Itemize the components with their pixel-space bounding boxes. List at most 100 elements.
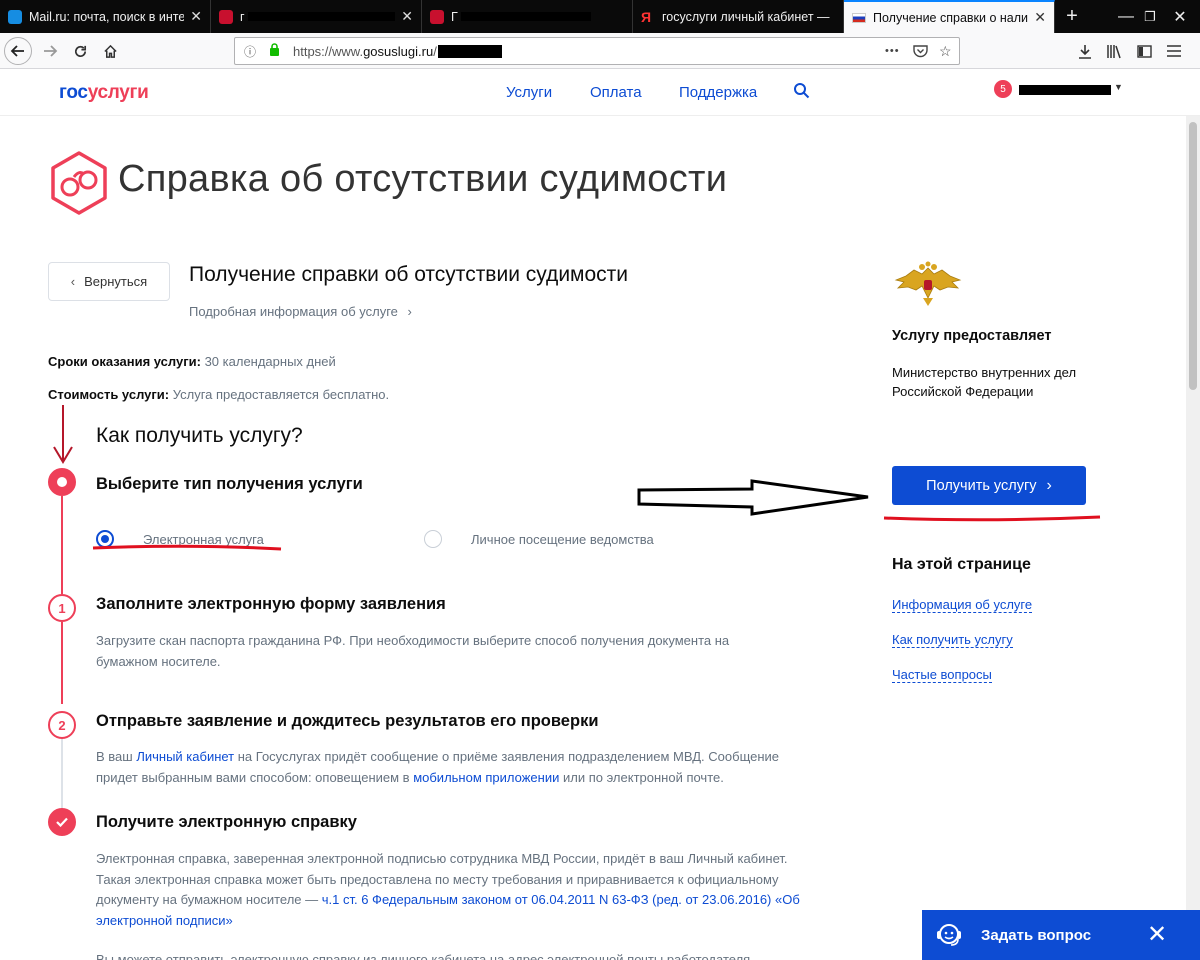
handcuffs-icon [51,151,107,215]
scrollbar-thumb[interactable] [1189,122,1197,390]
lock-icon[interactable] [265,43,283,59]
on-this-page-heading: На этой странице [892,556,1031,573]
download-icon[interactable] [1071,37,1099,65]
tab-label: Получение справки о налич [873,10,1029,25]
service-terms: Сроки оказания услуги: 30 календарных дн… [48,354,336,369]
redacted-text [461,11,592,21]
emblem-icon [894,261,962,306]
pocket-icon[interactable] [913,38,928,64]
anchor-service-info[interactable]: Информация об услуге [892,597,1033,613]
step-description: Загрузите скан паспорта гражданина РФ. П… [96,633,730,669]
browser-tab-3[interactable]: Г [422,0,633,33]
url-text: https://www.gosuslugi.ru/ [293,43,437,59]
cost-label: Стоимость услуги: [48,387,170,402]
nav-services[interactable]: Услуги [506,84,552,101]
step-number: 1 [48,594,76,622]
radio-personal-visit[interactable] [424,530,442,548]
service-cost: Стоимость услуги: Услуга предоставляется… [48,387,389,402]
flag-favicon-icon [852,12,866,23]
new-tab-button[interactable]: + [1050,0,1094,33]
gosuslugi-logo[interactable]: госуслуги [59,82,149,104]
page-scrollbar[interactable] [1186,116,1200,960]
nav-support[interactable]: Поддержка [679,84,757,101]
tab-label: Mail.ru: почта, поиск в интерн [29,9,185,24]
service-details-label: Подробная информация об услуге [189,304,398,319]
close-window-icon[interactable]: ✕ [1158,0,1200,33]
anchor-how-to-get[interactable]: Как получить услугу [892,632,1013,648]
url-bar[interactable]: ⓘ https://www.gosuslugi.ru/ ••• ☆ [234,37,960,65]
checkmark-icon [56,817,68,827]
browser-tab-yandex[interactable]: Я госуслуги личный кабинет — [633,0,844,33]
info-icon[interactable]: ⓘ [241,43,259,60]
tab-label: г [240,10,396,24]
service-details-link[interactable]: Подробная информация об услуге › [189,304,412,319]
reload-icon[interactable] [66,37,94,65]
step-description: Электронная справка, заверенная электрон… [96,851,800,928]
radio-electronic[interactable] [96,530,114,548]
tab-favicon-icon [219,9,233,24]
how-to-get-heading: Как получить услугу? [96,424,303,447]
star-icon[interactable]: ☆ [939,38,952,64]
provider-heading: Услугу предоставляет [892,328,1052,344]
mailru-favicon-icon [8,9,22,24]
ask-question-label: Задать вопрос [981,927,1092,944]
page-title: Справка об отсутствии судимости [118,158,728,200]
cost-value: Услуга предоставляется бесплатно. [169,387,390,402]
redacted-url-path [437,44,502,58]
browser-tab-mailru[interactable]: Mail.ru: почта, поиск в интерн ✕ [0,0,211,33]
yandex-favicon-icon: Я [641,8,652,25]
step-rail [61,622,63,704]
step-description-more: Вы можете отправить электронную справку … [96,952,767,960]
sidebar-icon[interactable] [1130,37,1158,65]
page-actions-menu-icon[interactable]: ••• [885,38,900,64]
chat-operator-icon [937,924,961,946]
close-icon[interactable]: ✕ [1147,920,1167,949]
get-service-button[interactable]: Получить услугу › [892,466,1086,505]
step-rail [61,739,63,809]
anchor-faq[interactable]: Частые вопросы [892,667,992,683]
chevron-right-icon: › [407,304,412,319]
nav-payment[interactable]: Оплата [590,84,642,101]
library-icon[interactable] [1100,37,1128,65]
step-number: 2 [48,711,76,739]
hamburger-icon[interactable] [1160,37,1188,65]
redacted-username[interactable] [1019,85,1111,95]
back-button-label: Вернуться [84,274,148,289]
notifications-badge[interactable]: 5 [994,80,1012,98]
terms-value: 30 календарных дней [200,354,336,369]
browser-tab-2[interactable]: г ✕ [211,0,422,33]
site-header: госуслуги Услуги Оплата Поддержка 5 ▼ [0,70,1200,116]
terms-label: Сроки оказания услуги: [48,354,201,369]
ask-question-widget[interactable]: Задать вопрос ✕ [922,910,1200,960]
close-tab-icon[interactable]: ✕ [401,8,413,25]
close-tab-icon[interactable]: ✕ [1034,9,1046,26]
chevron-left-icon: ‹ [70,274,76,289]
search-icon[interactable] [793,82,810,104]
browser-tab-bar: Mail.ru: почта, поиск в интерн ✕ г ✕ Г Я… [0,0,1200,33]
chevron-down-icon[interactable]: ▼ [1114,82,1123,92]
chevron-right-icon: › [1046,476,1052,494]
step-marker-done [48,808,76,836]
personal-cabinet-link[interactable]: Личный кабинет [136,749,234,764]
browser-tab-active[interactable]: Получение справки о налич ✕ [844,0,1055,33]
back-button[interactable]: ‹ Вернуться [48,262,170,301]
browser-nav-bar: ⓘ https://www.gosuslugi.ru/ ••• ☆ [0,33,1200,69]
down-arrow-annotation [53,405,73,464]
home-icon[interactable] [96,37,124,65]
tab-favicon-icon [430,9,444,24]
mobile-app-link[interactable]: мобильном приложении [413,770,559,785]
provider-name: Министерство внутренних дел Российской Ф… [892,365,1077,399]
step-title: Получите электронную справку [96,813,357,831]
step-title: Отправьте заявление и дождитесь результа… [96,712,599,730]
step-marker-current [48,468,76,496]
radio-electronic-label[interactable]: Электронная услуга [143,532,264,547]
tab-label: Г [451,10,624,24]
back-arrow-icon[interactable] [4,37,32,65]
step-title: Выберите тип получения услуги [96,475,363,493]
step-title: Заполните электронную форму заявления [96,595,446,613]
radio-personal-visit-label[interactable]: Личное посещение ведомства [471,532,654,547]
close-tab-icon[interactable]: ✕ [190,8,202,25]
step-description: В ваш Личный кабинет на Госуслугах придё… [96,749,780,785]
right-arrow-annotation [637,479,869,516]
forward-arrow-icon[interactable] [36,37,64,65]
